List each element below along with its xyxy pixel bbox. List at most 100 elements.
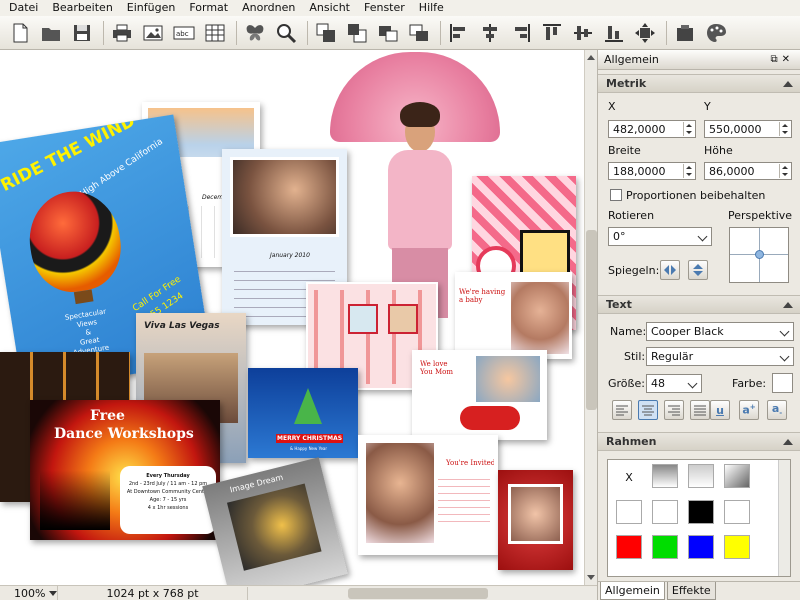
scroll-down-arrow-icon[interactable]	[587, 575, 595, 580]
dance-title-2: Dance Workshops	[54, 426, 194, 442]
align-text-left-icon[interactable]	[612, 400, 632, 420]
height-input[interactable]: 86,0000	[704, 162, 792, 180]
frame-swatch-blue[interactable]	[688, 535, 714, 559]
width-stepper-icon[interactable]	[683, 164, 694, 178]
x-input[interactable]: 482,0000	[608, 120, 696, 138]
font-style-dropdown[interactable]: Regulär	[646, 347, 794, 366]
perspective-handle[interactable]	[755, 250, 764, 259]
toolbar-separator	[666, 20, 667, 45]
menu-ansicht[interactable]: Ansicht	[302, 0, 357, 16]
frame-swatch-white-2[interactable]	[652, 500, 678, 524]
align-middle-icon[interactable]	[569, 19, 597, 47]
arrange-1-icon[interactable]	[312, 19, 340, 47]
dance-workshops-flyer[interactable]: Free Dance Workshops Every Thursday 2nd …	[30, 400, 220, 540]
align-right-icon[interactable]	[507, 19, 535, 47]
section-text[interactable]: Text	[598, 295, 800, 314]
perspective-control[interactable]	[729, 227, 789, 283]
underline-icon[interactable]: u	[710, 400, 730, 420]
y-stepper-icon[interactable]	[779, 122, 790, 136]
collapse-arrow-icon[interactable]	[783, 301, 793, 308]
keep-ratio-checkbox[interactable]	[610, 189, 622, 201]
horizontal-scroll-thumb[interactable]	[348, 587, 488, 599]
font-color-label: Farbe:	[732, 377, 767, 390]
menu-datei[interactable]: Datei	[2, 0, 45, 16]
christmas-card[interactable]: MERRY CHRISTMAS & Happy New Year	[248, 368, 358, 458]
menu-hilfe[interactable]: Hilfe	[412, 0, 451, 16]
mother-child-card[interactable]: You're Invited	[358, 435, 498, 555]
superscript-icon[interactable]: a+	[739, 400, 759, 420]
image-dream-card[interactable]: Image Dream	[202, 457, 348, 585]
font-size-dropdown[interactable]: 48	[646, 374, 702, 393]
invite-text: You're Invited	[446, 459, 496, 467]
vertical-scrollbar[interactable]	[584, 50, 597, 585]
zoom-search-icon[interactable]	[272, 19, 300, 47]
frame-swatch-red[interactable]	[616, 535, 642, 559]
subscript-icon[interactable]: a-	[767, 400, 787, 420]
status-bar: 100% 1024 pt x 768 pt	[0, 585, 597, 600]
arrange-3-icon[interactable]	[374, 19, 402, 47]
print-icon[interactable]	[108, 19, 136, 47]
align-top-icon[interactable]	[538, 19, 566, 47]
y-input[interactable]: 550,0000	[704, 120, 792, 138]
insert-text-icon[interactable]: abc	[170, 19, 198, 47]
arrange-4-icon[interactable]	[405, 19, 433, 47]
align-center-icon[interactable]	[476, 19, 504, 47]
love-mom-card[interactable]: We love You Mom	[412, 350, 547, 440]
align-bottom-icon[interactable]	[600, 19, 628, 47]
effects-butterfly-icon[interactable]	[241, 19, 269, 47]
collapse-arrow-icon[interactable]	[783, 80, 793, 87]
perspective-label: Perspektive	[728, 209, 793, 222]
frame-swatch-gradient-dark[interactable]	[724, 464, 750, 488]
insert-table-icon[interactable]	[201, 19, 229, 47]
frame-swatch-green[interactable]	[652, 535, 678, 559]
font-color-swatch[interactable]	[772, 373, 793, 393]
frame-swatch-white-1[interactable]	[616, 500, 642, 524]
tab-allgemein[interactable]: Allgemein	[600, 582, 665, 600]
align-left-icon[interactable]	[445, 19, 473, 47]
collapse-arrow-icon[interactable]	[783, 438, 793, 445]
scroll-up-arrow-icon[interactable]	[587, 55, 595, 60]
align-text-justify-icon[interactable]	[690, 400, 710, 420]
vertical-scroll-thumb[interactable]	[586, 230, 597, 410]
red-frame-card[interactable]	[498, 470, 573, 570]
swatch-scrollbar[interactable]	[778, 460, 790, 576]
mirror-horizontal-icon[interactable]	[660, 260, 680, 280]
image-properties-icon[interactable]	[671, 19, 699, 47]
font-name-dropdown[interactable]: Cooper Black	[646, 322, 794, 341]
open-folder-icon[interactable]	[37, 19, 65, 47]
document-canvas[interactable]: December RIDE THE WIND High Above Califo…	[0, 50, 584, 585]
align-text-right-icon[interactable]	[664, 400, 684, 420]
arrange-2-icon[interactable]	[343, 19, 371, 47]
frame-swatch-yellow[interactable]	[724, 535, 750, 559]
frame-swatch-gradient-light[interactable]	[688, 464, 714, 488]
zoom-dropdown[interactable]: 100%	[0, 586, 58, 600]
move-icon[interactable]	[631, 19, 659, 47]
mirror-vertical-icon[interactable]	[688, 260, 708, 280]
insert-image-icon[interactable]	[139, 19, 167, 47]
menu-einfuegen[interactable]: Einfügen	[120, 0, 183, 16]
baby-announcement-card[interactable]: We're having a baby	[455, 272, 572, 359]
height-stepper-icon[interactable]	[779, 164, 790, 178]
section-rahmen[interactable]: Rahmen	[598, 432, 800, 451]
x-stepper-icon[interactable]	[683, 122, 694, 136]
save-disk-icon[interactable]	[68, 19, 96, 47]
panel-window-controls[interactable]: ⧉✕	[770, 54, 794, 65]
frame-swatch-black[interactable]	[688, 500, 714, 524]
new-document-icon[interactable]	[6, 19, 34, 47]
color-palette-icon[interactable]	[702, 19, 730, 47]
frame-swatch-gradient-gray[interactable]	[652, 464, 678, 488]
menu-bearbeiten[interactable]: Bearbeiten	[45, 0, 119, 16]
menu-fenster[interactable]: Fenster	[357, 0, 412, 16]
height-value: 86,0000	[709, 164, 755, 178]
tab-effekte[interactable]: Effekte	[666, 582, 716, 600]
align-text-center-icon[interactable]	[638, 400, 658, 420]
menu-format[interactable]: Format	[182, 0, 235, 16]
x-value: 482,0000	[613, 122, 666, 136]
horizontal-scrollbar[interactable]	[248, 586, 597, 600]
section-metrik[interactable]: Metrik	[598, 74, 800, 93]
width-input[interactable]: 188,0000	[608, 162, 696, 180]
menu-anordnen[interactable]: Anordnen	[235, 0, 302, 16]
frame-swatch-white-3[interactable]	[724, 500, 750, 524]
rotate-dropdown[interactable]: 0°	[608, 227, 712, 246]
frame-swatch-none[interactable]: X	[616, 464, 642, 490]
